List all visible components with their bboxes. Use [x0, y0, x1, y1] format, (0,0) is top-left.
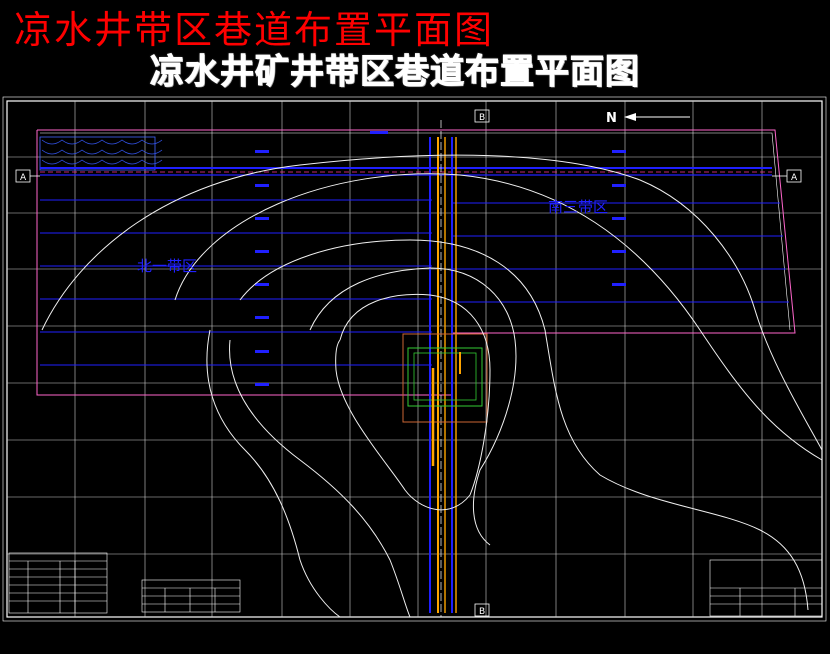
contour-core — [335, 293, 491, 511]
zone-label-north: 北一带区 — [137, 257, 198, 275]
red-page-title: 凉水井带区巷道布置平面图 — [14, 8, 495, 52]
north-arrow-label: N — [606, 111, 617, 126]
title-block — [709, 559, 823, 617]
mine-plan-drawing: A A B B N — [2, 96, 827, 622]
section-label-b-top: B — [479, 113, 485, 123]
contour-outer-2 — [174, 173, 823, 461]
goaf-area — [39, 136, 163, 171]
drawing-frame — [6, 100, 823, 618]
north-arrow-icon — [624, 113, 690, 121]
contour-left — [206, 329, 341, 618]
zone-label-south: 南三带区 — [548, 198, 609, 216]
main-roadways — [40, 167, 772, 176]
field-boundary-inner — [40, 132, 791, 331]
contour-mid — [239, 239, 809, 611]
north-panel-faces — [40, 199, 432, 366]
legend-table — [8, 552, 108, 614]
drawing-title: 凉水井矿井带区巷道布置平面图 — [150, 52, 640, 93]
coordinate-grid — [7, 101, 822, 617]
section-label-a-right: A — [791, 173, 798, 183]
section-label-a-left: A — [20, 173, 27, 183]
outer-frame — [2, 96, 827, 622]
symbol-table — [141, 579, 241, 613]
section-label-b-bottom: B — [479, 607, 485, 617]
contour-bottom — [229, 339, 411, 618]
